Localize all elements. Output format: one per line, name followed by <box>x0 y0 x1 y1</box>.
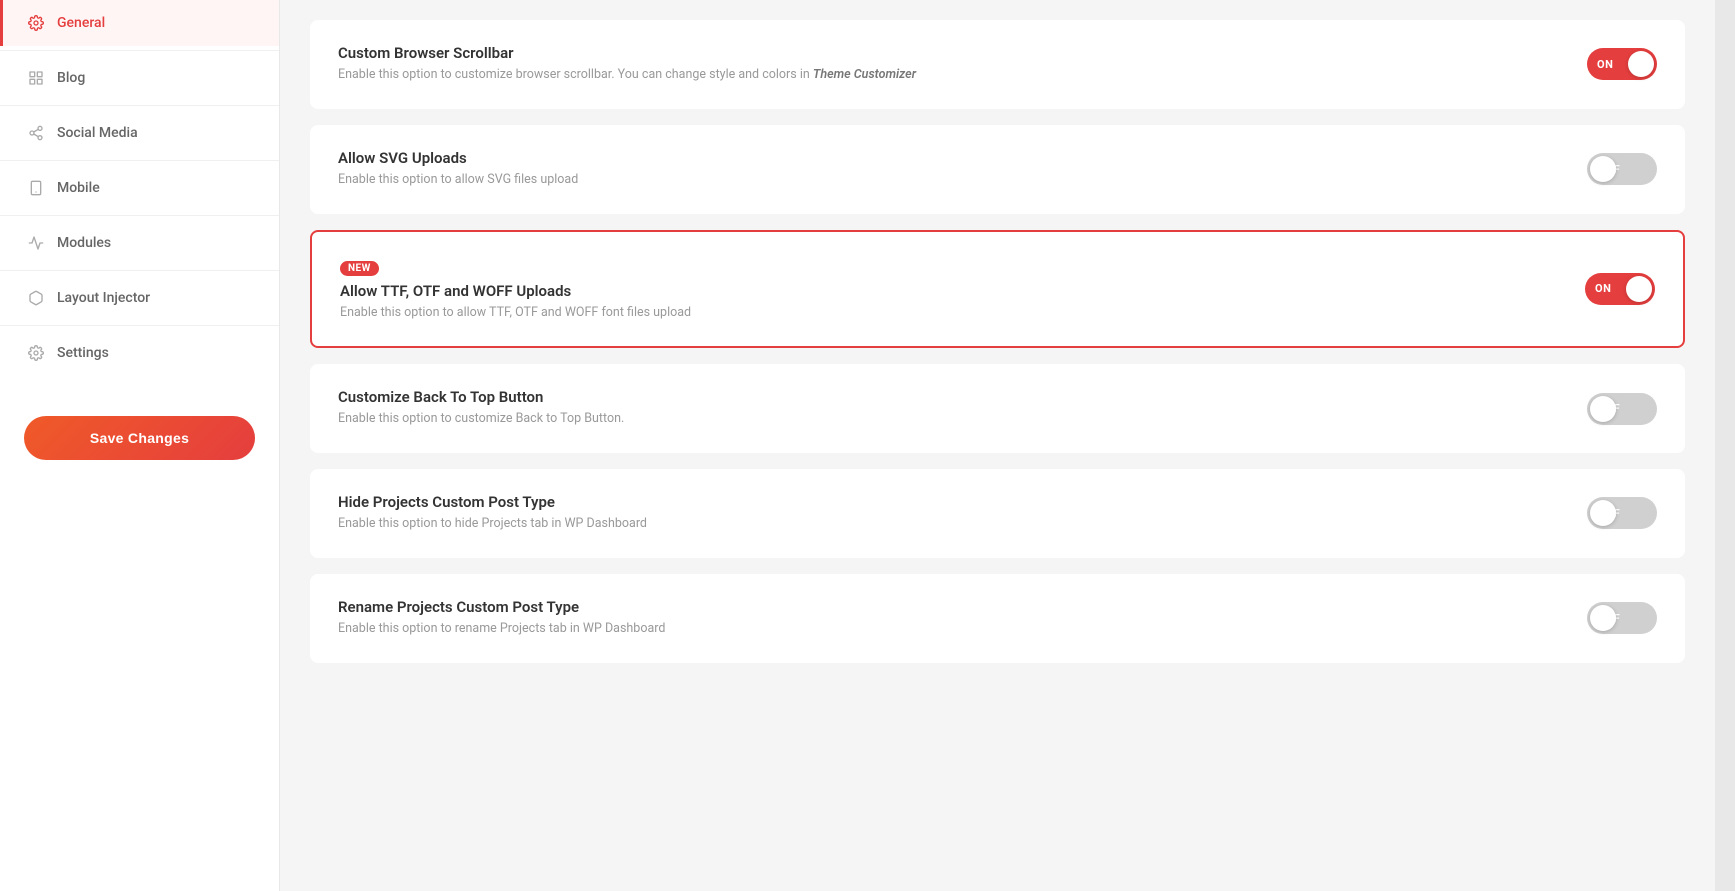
save-button-container: Save Changes <box>0 396 279 480</box>
sidebar-item-modules[interactable]: Modules <box>0 220 279 266</box>
setting-desc-allow-svg-uploads: Enable this option to allow SVG files up… <box>338 171 1547 190</box>
toggle-custom-browser-scrollbar[interactable]: ON <box>1587 48 1657 80</box>
sidebar: General Blog Social Media Mobile <box>0 0 280 891</box>
gear-icon <box>27 14 45 32</box>
setting-info-customize-back-to-top: Customize Back To Top Button Enable this… <box>338 388 1547 429</box>
setting-info-hide-projects: Hide Projects Custom Post Type Enable th… <box>338 493 1547 534</box>
layout-icon <box>27 289 45 307</box>
setting-card-customize-back-to-top: Customize Back To Top Button Enable this… <box>310 364 1685 453</box>
setting-info-custom-browser-scrollbar: Custom Browser Scrollbar Enable this opt… <box>338 44 1547 85</box>
setting-title-custom-browser-scrollbar: Custom Browser Scrollbar <box>338 44 1547 62</box>
setting-card-allow-ttf-otf-woff: NEW Allow TTF, OTF and WOFF Uploads Enab… <box>310 230 1685 349</box>
save-changes-button[interactable]: Save Changes <box>24 416 255 460</box>
setting-desc-rename-projects: Enable this option to rename Projects ta… <box>338 620 1547 639</box>
setting-title-rename-projects: Rename Projects Custom Post Type <box>338 598 1547 616</box>
setting-info-allow-svg-uploads: Allow SVG Uploads Enable this option to … <box>338 149 1547 190</box>
toggle-container-hide-projects: OFF <box>1587 497 1657 529</box>
setting-card-custom-browser-scrollbar: Custom Browser Scrollbar Enable this opt… <box>310 20 1685 109</box>
sidebar-divider-3 <box>0 160 279 161</box>
toggle-knob-hide-projects <box>1590 500 1616 526</box>
sidebar-item-blog[interactable]: Blog <box>0 55 279 101</box>
setting-title-allow-svg-uploads: Allow SVG Uploads <box>338 149 1547 167</box>
setting-info-allow-ttf-otf-woff: NEW Allow TTF, OTF and WOFF Uploads Enab… <box>340 256 1545 323</box>
share-icon <box>27 124 45 142</box>
grid-icon <box>27 69 45 87</box>
sidebar-item-settings[interactable]: Settings <box>0 330 279 376</box>
toggle-knob-allow-svg-uploads <box>1590 156 1616 182</box>
modules-icon <box>27 234 45 252</box>
sidebar-item-label-mobile: Mobile <box>57 180 100 196</box>
setting-title-allow-ttf-otf-woff: Allow TTF, OTF and WOFF Uploads <box>340 282 1545 300</box>
sidebar-item-mobile[interactable]: Mobile <box>0 165 279 211</box>
sidebar-divider-5 <box>0 270 279 271</box>
mobile-icon <box>27 179 45 197</box>
settings-icon <box>27 344 45 362</box>
toggle-hide-projects[interactable]: OFF <box>1587 497 1657 529</box>
setting-title-hide-projects: Hide Projects Custom Post Type <box>338 493 1547 511</box>
toggle-container-customize-back-to-top: OFF <box>1587 393 1657 425</box>
toggle-container-allow-svg-uploads: OFF <box>1587 153 1657 185</box>
setting-info-rename-projects: Rename Projects Custom Post Type Enable … <box>338 598 1547 639</box>
sidebar-divider-6 <box>0 325 279 326</box>
sidebar-item-general[interactable]: General <box>0 0 279 46</box>
theme-customizer-link[interactable]: Theme Customizer <box>813 67 916 82</box>
toggle-label-allow-ttf-otf-woff: ON <box>1595 282 1611 295</box>
right-scrollbar-panel <box>1715 0 1735 891</box>
setting-desc-customize-back-to-top: Enable this option to customize Back to … <box>338 410 1547 429</box>
setting-card-hide-projects: Hide Projects Custom Post Type Enable th… <box>310 469 1685 558</box>
toggle-customize-back-to-top[interactable]: OFF <box>1587 393 1657 425</box>
toggle-knob-rename-projects <box>1590 605 1616 631</box>
sidebar-item-layout-injector[interactable]: Layout Injector <box>0 275 279 321</box>
setting-title-customize-back-to-top: Customize Back To Top Button <box>338 388 1547 406</box>
toggle-container-custom-browser-scrollbar: ON <box>1587 48 1657 80</box>
sidebar-divider-4 <box>0 215 279 216</box>
sidebar-item-label-blog: Blog <box>57 70 85 86</box>
setting-card-allow-svg-uploads: Allow SVG Uploads Enable this option to … <box>310 125 1685 214</box>
toggle-knob-custom-browser-scrollbar <box>1628 51 1654 77</box>
toggle-rename-projects[interactable]: OFF <box>1587 602 1657 634</box>
setting-desc-hide-projects: Enable this option to hide Projects tab … <box>338 515 1547 534</box>
sidebar-divider-2 <box>0 105 279 106</box>
toggle-label-custom-browser-scrollbar: ON <box>1597 58 1613 71</box>
sidebar-item-label-general: General <box>57 15 105 31</box>
sidebar-item-label-layout-injector: Layout Injector <box>57 290 150 306</box>
setting-desc-allow-ttf-otf-woff: Enable this option to allow TTF, OTF and… <box>340 304 1545 323</box>
sidebar-item-label-modules: Modules <box>57 235 111 251</box>
sidebar-item-label-settings: Settings <box>57 345 109 361</box>
new-badge: NEW <box>340 261 379 276</box>
setting-card-rename-projects: Rename Projects Custom Post Type Enable … <box>310 574 1685 663</box>
toggle-knob-customize-back-to-top <box>1590 396 1616 422</box>
sidebar-item-label-social-media: Social Media <box>57 125 138 141</box>
toggle-allow-svg-uploads[interactable]: OFF <box>1587 153 1657 185</box>
toggle-knob-allow-ttf-otf-woff <box>1626 276 1652 302</box>
main-content: Custom Browser Scrollbar Enable this opt… <box>280 0 1715 891</box>
sidebar-item-social-media[interactable]: Social Media <box>0 110 279 156</box>
toggle-container-rename-projects: OFF <box>1587 602 1657 634</box>
toggle-allow-ttf-otf-woff[interactable]: ON <box>1585 273 1655 305</box>
sidebar-divider <box>0 50 279 51</box>
toggle-container-allow-ttf-otf-woff: ON <box>1585 273 1655 305</box>
setting-desc-custom-browser-scrollbar: Enable this option to customize browser … <box>338 66 1547 85</box>
